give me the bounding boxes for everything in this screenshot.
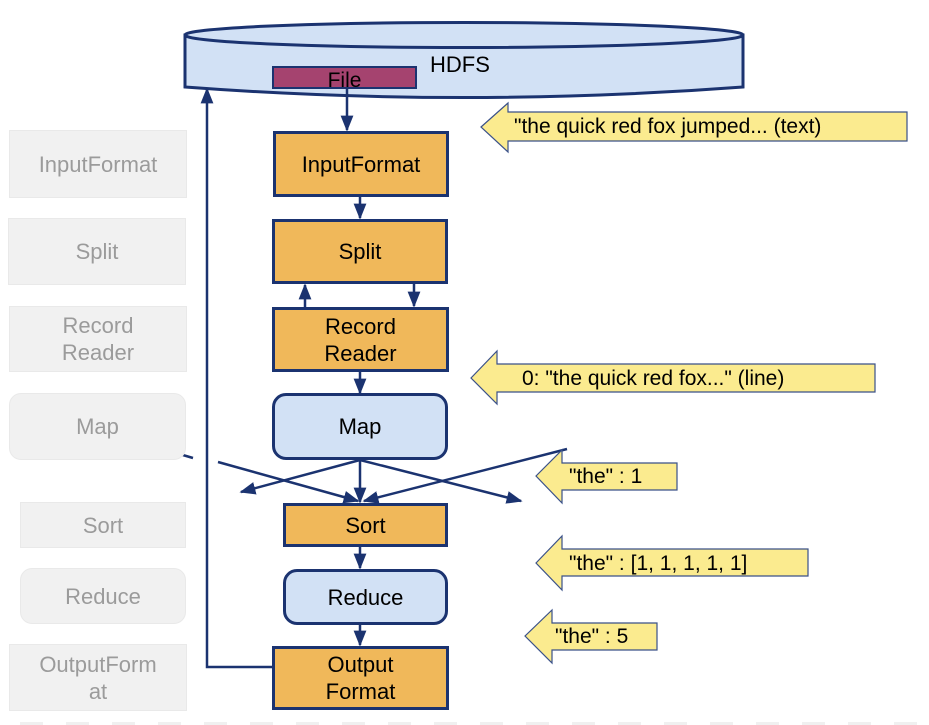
callout-text-record: 0: "the quick red fox..." (line) bbox=[522, 367, 785, 390]
ghost-label: Record Reader bbox=[61, 313, 135, 365]
arrow-in-from-left bbox=[217, 460, 360, 504]
stage-map: Map bbox=[272, 393, 448, 460]
ghost-record-reader: Record Reader bbox=[9, 306, 187, 372]
arrow-output-to-hdfs bbox=[200, 87, 272, 669]
stage-outputformat: Output Format bbox=[272, 646, 449, 710]
ghost-inputformat: InputFormat bbox=[9, 130, 187, 198]
stage-sort: Sort bbox=[283, 503, 448, 547]
hdfs-label: HDFS bbox=[430, 52, 490, 77]
ghost-map: Map bbox=[9, 393, 186, 460]
stage-label: Record Reader bbox=[324, 313, 397, 366]
ghost-label: Reduce bbox=[65, 583, 141, 609]
cylinder-top bbox=[183, 21, 745, 49]
callout-text-map-output: "the" : 1 bbox=[569, 465, 643, 488]
arrow-map-out-left bbox=[239, 458, 361, 495]
ghost-outputformat: OutputForm at bbox=[9, 644, 187, 711]
callout-text-reduce-output: "the" : 5 bbox=[555, 625, 629, 648]
stage-label: Sort bbox=[345, 512, 386, 538]
ghost-label: Sort bbox=[82, 512, 124, 538]
ghost-sort: Sort bbox=[20, 502, 186, 548]
ghost-split: Split bbox=[8, 218, 186, 285]
ghost-label: InputFormat bbox=[38, 151, 158, 177]
ghost-reduce: Reduce bbox=[20, 568, 186, 624]
file-block: File bbox=[272, 66, 417, 89]
stage-record-reader: Record Reader bbox=[272, 307, 449, 372]
stage-label: Reduce bbox=[327, 584, 404, 610]
callout-text-sort-output: "the" : [1, 1, 1, 1, 1] bbox=[569, 552, 748, 575]
stage-split: Split bbox=[272, 219, 448, 284]
stage-label: Split bbox=[338, 239, 382, 264]
stage-label: Map bbox=[338, 414, 382, 439]
ghost-label: OutputForm at bbox=[39, 651, 157, 704]
stage-label: Output Format bbox=[325, 652, 396, 704]
stage-reduce: Reduce bbox=[283, 569, 448, 625]
ghost-label: Map bbox=[76, 414, 119, 439]
callout-text-input: "the quick red fox jumped... (text) bbox=[514, 115, 822, 138]
stage-label: InputFormat bbox=[301, 151, 421, 177]
stage-inputformat: InputFormat bbox=[273, 131, 449, 197]
ghost-label: Split bbox=[75, 239, 119, 264]
